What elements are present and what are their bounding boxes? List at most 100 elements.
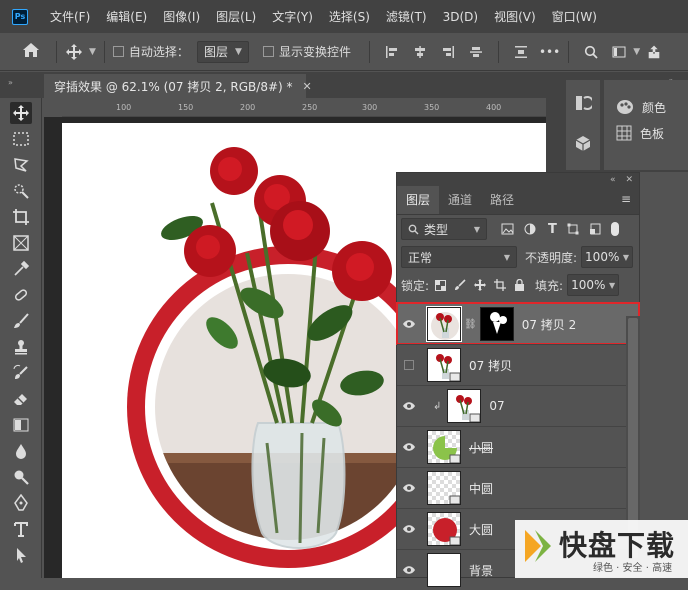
link-icon[interactable]: ⛓	[464, 319, 477, 330]
chevron-down-icon[interactable]: ▼	[609, 281, 615, 290]
swatches-panel-button[interactable]: 色板	[616, 120, 688, 146]
share-icon[interactable]	[647, 45, 661, 59]
tab-channels[interactable]: 通道	[439, 186, 481, 214]
layer-name[interactable]: 小圆	[469, 439, 493, 456]
dodge-tool[interactable]	[10, 466, 32, 488]
gradient-tool[interactable]	[10, 414, 32, 436]
menu-layer[interactable]: 图层(L)	[216, 8, 256, 25]
layer-thumbnail[interactable]	[427, 471, 461, 505]
align-left-icon[interactable]	[385, 45, 399, 59]
opacity-input[interactable]: 100% ▼	[581, 246, 634, 268]
auto-select-checkbox[interactable]	[112, 46, 124, 57]
eye-icon[interactable]	[397, 565, 421, 575]
type-filter-icon[interactable]: T	[548, 222, 557, 237]
layer-name[interactable]: 07 拷贝 2	[522, 316, 577, 333]
menu-image[interactable]: 图像(I)	[163, 8, 200, 25]
layer-row-small-circle[interactable]: 小圆	[397, 426, 639, 467]
show-transform-checkbox[interactable]	[262, 46, 274, 57]
filter-toggle-switch[interactable]	[610, 222, 619, 236]
lock-all-icon[interactable]	[514, 279, 525, 291]
quick-select-tool[interactable]	[10, 180, 32, 202]
menu-file[interactable]: 文件(F)	[50, 8, 90, 25]
eye-icon[interactable]	[397, 319, 421, 329]
layer-thumbnail[interactable]	[427, 348, 461, 382]
blend-mode-dropdown[interactable]: 正常 ▼	[401, 246, 517, 268]
collapse-arrows-icon[interactable]: «	[610, 175, 616, 185]
workspace-icon[interactable]	[612, 45, 626, 59]
panel-menu-icon[interactable]: ≡	[621, 192, 631, 206]
move-tool-icon[interactable]: ▼	[65, 43, 96, 61]
layer-thumbnail[interactable]	[427, 512, 461, 546]
menu-type[interactable]: 文字(Y)	[272, 8, 313, 25]
history-brush-tool[interactable]	[10, 362, 32, 384]
distribute-icon[interactable]	[514, 45, 528, 59]
collapse-arrows-icon[interactable]: »	[8, 78, 13, 87]
align-center-icon[interactable]	[413, 45, 427, 59]
eye-icon[interactable]	[397, 442, 421, 452]
layer-name[interactable]: 07	[489, 399, 504, 413]
type-tool[interactable]	[10, 518, 32, 540]
cube-3d-icon[interactable]	[574, 134, 592, 152]
menu-view[interactable]: 视图(V)	[494, 8, 536, 25]
eraser-tool[interactable]	[10, 388, 32, 410]
chevron-down-icon[interactable]: ▼	[89, 47, 96, 57]
lock-paint-icon[interactable]	[454, 279, 466, 291]
eye-icon[interactable]	[397, 524, 421, 534]
tab-layers[interactable]: 图层	[397, 186, 440, 214]
brush-tool[interactable]	[10, 310, 32, 332]
layer-thumbnail[interactable]	[427, 430, 461, 464]
auto-select-dropdown[interactable]: 图层 ▼	[196, 40, 249, 63]
layer-row-07[interactable]: ↲ 07	[397, 385, 639, 426]
crop-tool[interactable]	[10, 206, 32, 228]
close-icon[interactable]: ✕	[625, 175, 633, 185]
layer-name[interactable]: 背景	[469, 562, 493, 579]
layer-thumbnail[interactable]	[427, 553, 461, 587]
layer-thumbnail[interactable]	[426, 306, 462, 342]
color-panel-button[interactable]: 颜色	[616, 94, 688, 120]
eye-icon[interactable]	[397, 401, 421, 411]
layer-name[interactable]: 中圆	[469, 480, 493, 497]
layer-name[interactable]: 大圆	[469, 521, 493, 538]
menu-filter[interactable]: 滤镜(T)	[386, 8, 427, 25]
menu-window[interactable]: 窗口(W)	[552, 8, 597, 25]
filter-kind-dropdown[interactable]: 类型 ▼	[401, 218, 487, 240]
path-select-tool[interactable]	[10, 544, 32, 566]
shape-filter-icon[interactable]	[567, 223, 579, 235]
clone-stamp-tool[interactable]	[10, 336, 32, 358]
layer-row-07-copy[interactable]: 07 拷贝	[397, 344, 639, 385]
layer-name[interactable]: 07 拷贝	[469, 357, 512, 374]
lock-artboard-icon[interactable]	[494, 279, 507, 291]
eye-icon[interactable]	[397, 483, 421, 493]
close-icon[interactable]: ✕	[303, 80, 312, 93]
search-icon[interactable]	[584, 45, 598, 59]
layer-thumbnail[interactable]	[447, 389, 482, 423]
healing-brush-tool[interactable]	[10, 284, 32, 306]
visibility-toggle[interactable]	[397, 360, 421, 370]
lock-pixels-icon[interactable]	[435, 279, 447, 291]
tab-paths[interactable]: 路径	[481, 186, 523, 214]
more-options[interactable]: •••	[539, 45, 560, 59]
lock-position-icon[interactable]	[474, 279, 487, 291]
pen-tool[interactable]	[10, 492, 32, 514]
document-tab[interactable]: 穿插效果 @ 62.1% (07 拷贝 2, RGB/8#) * ✕	[44, 74, 312, 98]
layer-row-07-copy-2[interactable]: ⛓ 07 拷贝 2	[396, 302, 640, 345]
image-filter-icon[interactable]	[501, 223, 514, 235]
chevron-down-icon[interactable]: ▼	[633, 47, 640, 57]
smart-object-filter-icon[interactable]	[589, 223, 601, 235]
history-icon[interactable]	[574, 94, 592, 112]
home-icon[interactable]	[22, 42, 40, 61]
blur-tool[interactable]	[10, 440, 32, 462]
layer-mask-thumbnail[interactable]	[479, 307, 514, 341]
menu-edit[interactable]: 编辑(E)	[106, 8, 147, 25]
align-middle-icon[interactable]	[469, 45, 483, 59]
align-right-icon[interactable]	[441, 45, 455, 59]
marquee-tool[interactable]	[10, 128, 32, 150]
adjustment-filter-icon[interactable]	[524, 223, 536, 235]
fill-input[interactable]: 100% ▼	[567, 274, 620, 296]
lasso-tool[interactable]	[10, 154, 32, 176]
menu-3d[interactable]: 3D(D)	[443, 10, 478, 24]
frame-tool[interactable]	[10, 232, 32, 254]
eyedropper-tool[interactable]	[10, 258, 32, 280]
chevron-down-icon[interactable]: ▼	[623, 253, 629, 262]
layer-row-medium-circle[interactable]: 中圆	[397, 467, 639, 508]
